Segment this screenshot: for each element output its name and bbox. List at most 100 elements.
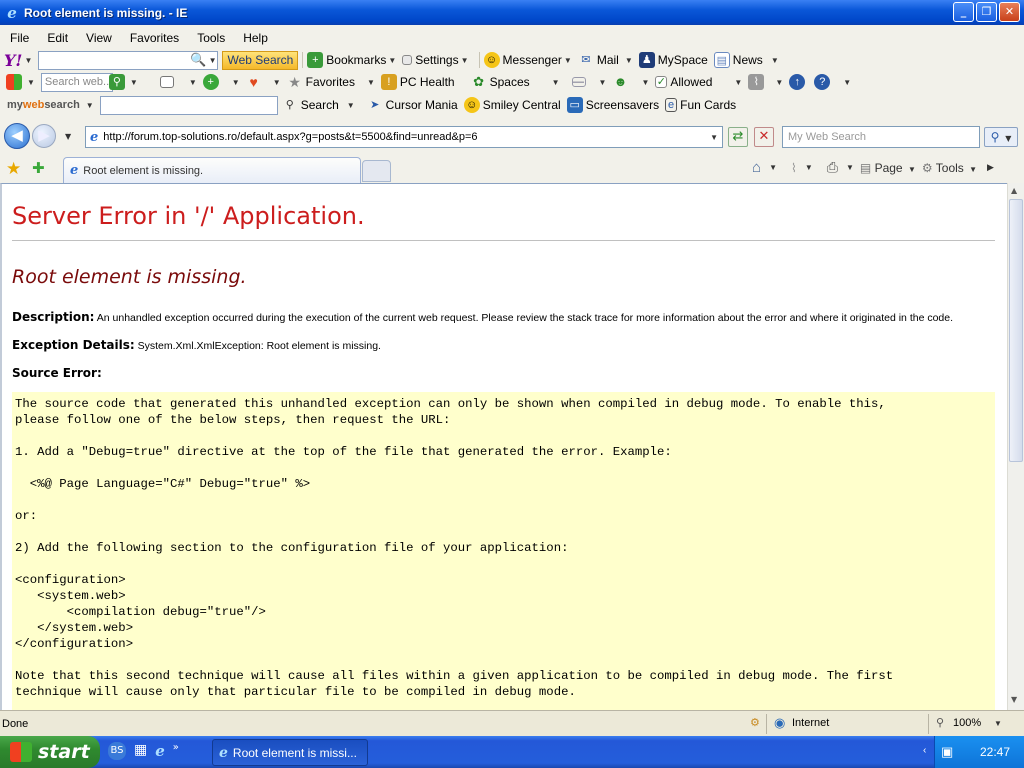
security-zone: Internet: [792, 717, 830, 729]
maximize-button[interactable]: ❐: [976, 2, 997, 22]
minimize-button[interactable]: _: [953, 2, 974, 22]
myspace-icon: ♟: [638, 52, 655, 68]
refresh-button[interactable]: ⇄: [728, 127, 748, 147]
title-bar[interactable]: e Root element is missing. - IE _ ❐ ✕: [0, 0, 1024, 25]
news-button[interactable]: ▤ News ▼: [713, 52, 779, 68]
menu-edit[interactable]: Edit: [37, 29, 76, 49]
people-icon[interactable]: ☻ ▼: [612, 74, 650, 90]
windows-logo-icon: [10, 742, 32, 762]
start-button[interactable]: start: [0, 736, 100, 768]
pc-health-button[interactable]: ! PC Health: [380, 74, 455, 90]
settings-button[interactable]: Settings ▼: [402, 53, 469, 67]
forward-button[interactable]: ▶: [32, 124, 56, 148]
page-icon: e: [90, 129, 99, 145]
print-icon[interactable]: ⎙: [827, 159, 838, 176]
bookmarks-button[interactable]: + Bookmarks ▼: [307, 52, 396, 68]
settings-icon: [402, 55, 413, 65]
windows-flag-icon[interactable]: ▼: [6, 74, 35, 90]
magnifier-icon[interactable]: 🔍 ▼: [190, 52, 216, 68]
page-menu[interactable]: ▤ Page ▼: [860, 161, 916, 175]
taskbar: start BS ▦ e » e Root element is missi..…: [0, 736, 1024, 768]
web-search-button[interactable]: Web Search: [222, 50, 299, 70]
tray-expand-icon[interactable]: ‹: [923, 745, 926, 756]
help-icon[interactable]: ? ▼: [814, 74, 851, 90]
menu-help[interactable]: Help: [233, 29, 276, 49]
stop-button[interactable]: ✕: [754, 127, 774, 147]
scroll-down-arrow-icon[interactable]: ▼: [1011, 695, 1017, 704]
smiley-central-button[interactable]: ☺ Smiley Central: [463, 97, 561, 113]
address-url[interactable]: http://forum.top-solutions.ro/default.as…: [103, 131, 477, 143]
menu-file[interactable]: File: [0, 29, 37, 49]
tools-menu[interactable]: ⚙ Tools ▼: [922, 161, 977, 175]
mail-button[interactable]: ✉ Mail ▼: [578, 52, 633, 68]
menu-favorites[interactable]: Favorites: [120, 29, 187, 49]
allowed-button[interactable]: ✓ Allowed ▼: [655, 75, 742, 89]
favorites-star-icon[interactable]: ★: [6, 159, 21, 179]
quicklaunch-chevron-icon[interactable]: »: [173, 742, 179, 760]
chevron-right-icon[interactable]: ▶: [987, 162, 994, 173]
quicklaunch-desktop-icon[interactable]: ▦: [134, 742, 147, 760]
web-search-go-button[interactable]: ⚲ ▼: [984, 127, 1018, 147]
add-favorites-icon[interactable]: ✚: [32, 159, 45, 177]
up-icon[interactable]: ↑: [789, 74, 808, 90]
vertical-scrollbar[interactable]: ▲ ▼: [1007, 183, 1024, 710]
monitor-icon: ▭: [566, 97, 583, 113]
scrollbar-thumb[interactable]: [1009, 199, 1023, 462]
spaces-icon: ✿: [473, 74, 485, 89]
star-icon: ★: [288, 74, 301, 90]
mywebsearch-input[interactable]: [99, 95, 278, 115]
rss-icon[interactable]: ⌇ ▼: [748, 74, 783, 90]
tab-active[interactable]: e Root element is missing.: [63, 157, 361, 183]
butterfly-icon[interactable]: ♥ ▼: [246, 74, 281, 90]
card-icon: e: [665, 98, 678, 112]
fun-cards-button[interactable]: e Fun Cards: [665, 98, 736, 112]
mws-search-button[interactable]: ⚲ Search ▼: [282, 97, 355, 113]
quicklaunch-app-icon[interactable]: BS: [108, 742, 126, 760]
msn-search-button[interactable]: ⚲ ▼: [108, 74, 138, 90]
close-button[interactable]: ✕: [999, 2, 1020, 22]
myspace-button[interactable]: ♟ MySpace: [638, 52, 708, 68]
address-bar[interactable]: e http://forum.top-solutions.ro/default.…: [85, 126, 723, 148]
bookmark-icon: +: [307, 52, 324, 68]
yahoo-logo[interactable]: Y! ▼: [4, 51, 32, 70]
zoom-level[interactable]: 100%: [953, 717, 981, 729]
zoom-dropdown[interactable]: ▼: [994, 719, 1002, 728]
task-ie-icon: e: [219, 744, 228, 761]
add-icon[interactable]: + ▼: [202, 74, 240, 90]
ie-logo-icon: e: [7, 3, 17, 22]
scroll-up-arrow-icon[interactable]: ▲: [1011, 186, 1017, 195]
exception-label: Exception Details:: [12, 338, 135, 352]
exception-text: System.Xml.XmlException: Root element is…: [137, 340, 381, 352]
screensavers-button[interactable]: ▭ Screensavers: [566, 97, 659, 113]
system-tray: ‹ ▣ 22:47: [923, 736, 1024, 768]
menu-tools[interactable]: Tools: [187, 29, 233, 49]
quicklaunch-ie-icon[interactable]: e: [155, 742, 165, 760]
page-content: Server Error in '/' Application. Root el…: [0, 183, 1007, 710]
source-error: Source Error:: [12, 366, 102, 380]
my-web-search-input[interactable]: My Web Search: [782, 126, 980, 148]
address-dropdown[interactable]: ▼: [710, 133, 718, 142]
cursor-icon: ➤: [370, 99, 380, 111]
feeds-icon[interactable]: ⌇: [791, 161, 797, 175]
cursor-mania-button[interactable]: ➤ Cursor Mania: [367, 97, 458, 113]
yahoo-toolbar: Y! ▼ 🔍 ▼ Web Search + Bookmarks ▼ Settings ▼ …: [0, 49, 1024, 71]
history-dropdown[interactable]: ▼: [65, 132, 71, 141]
home-icon[interactable]: ⌂: [752, 159, 761, 176]
smiley-icon: ☺: [463, 97, 480, 113]
protected-mode-icon: ⚙: [750, 717, 760, 729]
compose-icon[interactable]: — ▼: [571, 77, 606, 88]
mywebsearch-logo[interactable]: my web search ▼: [7, 99, 94, 111]
tray-network-icon[interactable]: ▣: [941, 744, 953, 760]
spaces-button[interactable]: ✿ Spaces ▼: [471, 74, 559, 90]
msn-search-input[interactable]: Search web...: [40, 72, 113, 92]
favorites-button[interactable]: ★ Favorites ▼: [287, 74, 375, 90]
back-button[interactable]: ◀: [4, 123, 30, 149]
menu-view[interactable]: View: [76, 29, 120, 49]
messenger-button[interactable]: ☺ Messenger ▼: [483, 52, 572, 68]
magnifier-icon: ⚲: [285, 99, 294, 111]
new-tab-button[interactable]: [362, 160, 391, 182]
taskbar-task-ie[interactable]: e Root element is missi...: [212, 739, 368, 766]
window-icon[interactable]: ▼: [159, 76, 197, 88]
tools-gear-icon: ⚙: [921, 160, 933, 175]
clock: 22:47: [979, 745, 1010, 759]
